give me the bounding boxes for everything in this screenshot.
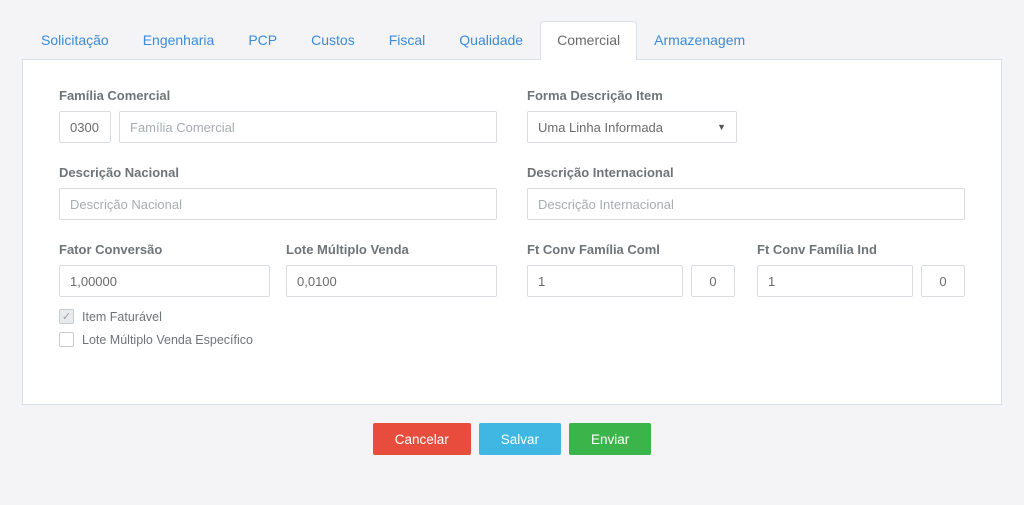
ftconv-ind-main-input[interactable] (757, 265, 913, 297)
lote-multiplo-venda-label: Lote Múltiplo Venda (286, 242, 497, 257)
tab-solicitacao[interactable]: Solicitação (24, 21, 126, 60)
tab-label: Solicitação (41, 32, 109, 48)
tab-fiscal[interactable]: Fiscal (372, 21, 443, 60)
lote-multiplo-venda-input[interactable] (286, 265, 497, 297)
tab-label: Comercial (557, 32, 620, 48)
forma-descricao-selected: Uma Linha Informada (538, 120, 663, 135)
tab-pcp[interactable]: PCP (231, 21, 294, 60)
ftconv-ind-dec-input[interactable] (921, 265, 965, 297)
item-faturavel-checkbox[interactable]: ✓ (59, 309, 74, 324)
ftconv-ind-label: Ft Conv Família Ind (757, 242, 965, 257)
lote-especifico-checkbox[interactable] (59, 332, 74, 347)
ftconv-coml-main-input[interactable] (527, 265, 683, 297)
descricao-internacional-input[interactable] (527, 188, 965, 220)
familia-comercial-label: Família Comercial (59, 88, 497, 103)
action-buttons: Cancelar Salvar Enviar (22, 423, 1002, 455)
tab-label: Fiscal (389, 32, 426, 48)
fator-conversao-input[interactable] (59, 265, 270, 297)
tab-armazenagem[interactable]: Armazenagem (637, 21, 762, 60)
tab-label: Qualidade (459, 32, 523, 48)
item-faturavel-label: Item Faturável (82, 310, 162, 324)
tab-comercial[interactable]: Comercial (540, 21, 637, 60)
ftconv-coml-dec-input[interactable] (691, 265, 735, 297)
descricao-nacional-input[interactable] (59, 188, 497, 220)
tab-label: PCP (248, 32, 277, 48)
forma-descricao-label: Forma Descrição Item (527, 88, 965, 103)
fator-conversao-label: Fator Conversão (59, 242, 270, 257)
descricao-nacional-label: Descrição Nacional (59, 165, 497, 180)
familia-comercial-code-input[interactable] (59, 111, 111, 143)
tab-label: Engenharia (143, 32, 215, 48)
tab-bar: Solicitação Engenharia PCP Custos Fiscal… (22, 20, 1002, 60)
ftconv-coml-label: Ft Conv Família Coml (527, 242, 735, 257)
descricao-internacional-label: Descrição Internacional (527, 165, 965, 180)
panel-comercial: Família Comercial Forma Descrição Item U… (22, 60, 1002, 405)
save-button[interactable]: Salvar (479, 423, 561, 455)
cancel-button[interactable]: Cancelar (373, 423, 471, 455)
chevron-down-icon: ▼ (717, 122, 726, 132)
familia-comercial-name-input[interactable] (119, 111, 497, 143)
send-button[interactable]: Enviar (569, 423, 651, 455)
lote-especifico-label: Lote Múltiplo Venda Específico (82, 333, 253, 347)
tab-qualidade[interactable]: Qualidade (442, 21, 540, 60)
tab-label: Custos (311, 32, 355, 48)
forma-descricao-select[interactable]: Uma Linha Informada ▼ (527, 111, 737, 143)
tab-label: Armazenagem (654, 32, 745, 48)
tab-engenharia[interactable]: Engenharia (126, 21, 232, 60)
tab-custos[interactable]: Custos (294, 21, 372, 60)
